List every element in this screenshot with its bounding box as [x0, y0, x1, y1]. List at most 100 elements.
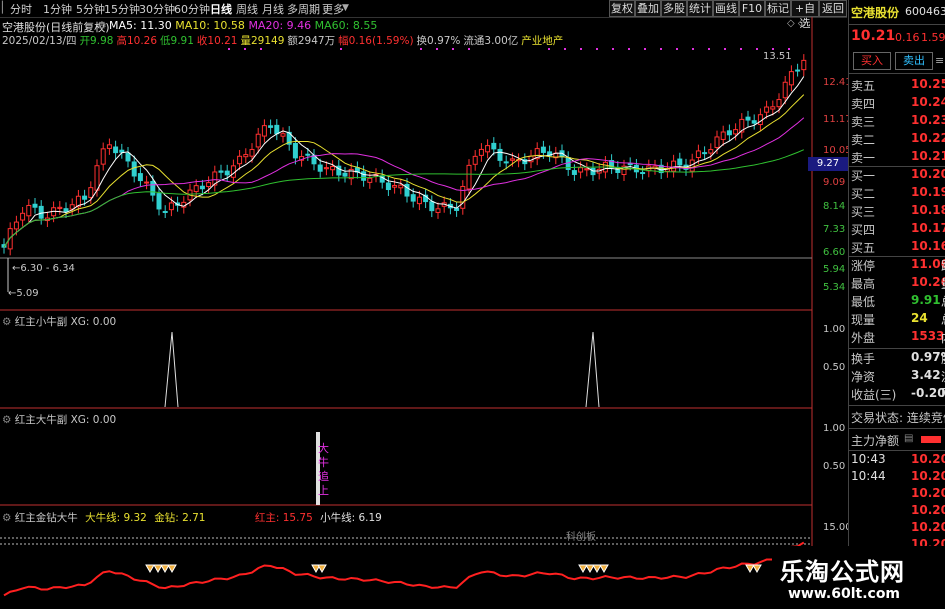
bid-level-row[interactable]: 买四 10.17 — [851, 221, 945, 239]
ask-level-row[interactable]: 卖五 10.25 — [851, 77, 945, 95]
watermark: 乐淘公式网 www.60lt.com — [772, 546, 945, 609]
indicator-gear-icon[interactable]: ⚙ — [2, 512, 15, 524]
candle-body — [193, 185, 199, 193]
candle-body — [491, 142, 497, 150]
indicator1-title-text: 红主小牛副 XG: 0.00 — [14, 316, 117, 328]
price-axis-label: 7.33 — [823, 224, 846, 235]
panel-options-icon[interactable]: ◇ ◇ — [787, 18, 806, 29]
bid-level-row[interactable]: 买五 10.16 — [851, 239, 945, 257]
tab-monthly[interactable]: 月线 — [262, 1, 284, 17]
back-button[interactable]: 返回 — [819, 0, 847, 17]
draw-line-button[interactable]: 画线 — [713, 0, 739, 17]
candle-body — [695, 150, 701, 159]
tab-30min[interactable]: 30分钟 — [139, 1, 175, 17]
tab-1min[interactable]: 1分钟 — [43, 1, 72, 17]
ohlc-field: 2025/02/13/四 — [2, 35, 77, 47]
candle-body — [702, 152, 708, 155]
quote-stat-row[interactable]: 最高 10.26量 — [851, 275, 945, 293]
quote-stat-label: 净资 — [851, 370, 876, 384]
stock-code: 600463 — [905, 5, 945, 18]
bid-level-row[interactable]: 买三 10.18 — [851, 203, 945, 221]
tab-multi-period[interactable]: 多周期 — [287, 1, 320, 17]
signal-dot — [724, 48, 726, 50]
quote-stat-value: 10.26 — [911, 275, 945, 289]
quote-stat-row[interactable]: 净资 3.42流 — [851, 368, 945, 386]
mark-button[interactable]: 标记 — [765, 0, 791, 17]
ask-level-row[interactable]: 卖四 10.24 — [851, 95, 945, 113]
tick-price: 10.20 — [911, 520, 945, 534]
fuquan-button[interactable]: 复权 — [609, 0, 635, 17]
quote-stat-row[interactable]: 外盘 15333内 — [851, 329, 945, 347]
ask-level-label: 卖二 — [851, 133, 876, 147]
quote-stat-row[interactable]: 最低 9.91总 — [851, 293, 945, 311]
candle-body — [82, 195, 88, 200]
candle-body — [745, 116, 751, 121]
ma5-line — [3, 76, 805, 248]
signal-dot — [228, 48, 230, 50]
candle-body — [540, 146, 546, 153]
gold-diamond-marker — [752, 564, 762, 574]
tab-daily[interactable]: 日线 — [210, 1, 232, 17]
stats-button[interactable]: 统计 — [687, 0, 713, 17]
multi-stock-button[interactable]: 多股 — [661, 0, 687, 17]
ask-level-row[interactable]: 卖一 10.21 — [851, 149, 945, 167]
candle-body — [330, 165, 336, 171]
more-dropdown-icon[interactable]: ▼ — [342, 3, 349, 13]
sell-button[interactable]: 卖出 — [895, 52, 933, 70]
net-amount-bar — [921, 436, 941, 443]
tick-price: 10.20 — [911, 469, 945, 483]
buy-button[interactable]: 买入 — [853, 52, 891, 70]
quote-stat-suffix: P — [941, 386, 945, 400]
quote-stat-label: 现量 — [851, 313, 876, 327]
price-change: 0.16 — [895, 31, 920, 44]
gold-diamond-marker — [599, 564, 609, 574]
candle-body — [113, 146, 119, 154]
quote-stat-row[interactable]: 涨停 11.06跌 — [851, 257, 945, 275]
candle-body — [94, 165, 100, 191]
tab-weekly[interactable]: 周线 — [236, 1, 258, 17]
candle-body — [764, 106, 770, 113]
signal-dot — [260, 48, 262, 50]
candle-body — [38, 205, 44, 219]
tab-fenshi[interactable]: 分时 — [10, 1, 32, 17]
quote-stat-row[interactable]: 换手 0.97%股 — [851, 350, 945, 368]
main-net-amount[interactable]: 主力净额 — [851, 432, 899, 449]
f10-button[interactable]: F10 — [739, 0, 765, 17]
small-bull-spike — [585, 331, 600, 408]
settings-gear-icon[interactable]: ⚙ — [97, 19, 107, 32]
list-icon[interactable]: ▤ — [904, 433, 913, 444]
indicator-gear-icon[interactable]: ⚙ — [2, 414, 15, 426]
candle-body — [497, 148, 503, 161]
candle-body — [268, 125, 274, 128]
bid-level-value: 10.16 — [911, 239, 945, 253]
candle-body — [7, 228, 13, 250]
ohlc-field: 量29149 — [240, 35, 285, 47]
gold-diamond-marker — [145, 564, 155, 574]
overlay-button[interactable]: 叠加 — [635, 0, 661, 17]
tab-15min[interactable]: 15分钟 — [104, 1, 140, 17]
quote-stat-row[interactable]: 现量 24 总 — [851, 311, 945, 329]
signal-dot — [740, 48, 742, 50]
ohlc-field: 幅0.16(1.59%) — [338, 35, 414, 47]
bid-level-row[interactable]: 买二 10.19 — [851, 185, 945, 203]
candle-body — [677, 158, 683, 166]
tab-60min[interactable]: 60分钟 — [174, 1, 210, 17]
add-watchlist-button[interactable]: +自选 — [791, 0, 819, 30]
ask-level-row[interactable]: 卖二 10.22 — [851, 131, 945, 149]
tab-more[interactable]: 更多 — [322, 1, 344, 17]
candle-body — [63, 208, 69, 213]
low-annotation-value: 5.09 — [16, 288, 39, 299]
candle-body — [571, 170, 577, 175]
gold-diamond-value: 金钻: 2.71 — [154, 512, 206, 524]
price-change-pct: 1.59 — [921, 31, 945, 44]
menu-icon[interactable]: ≡ — [935, 54, 944, 67]
ask-level-row[interactable]: 卖三 10.23 — [851, 113, 945, 131]
indicator-gear-icon[interactable]: ⚙ — [2, 316, 15, 328]
tab-5min[interactable]: 5分钟 — [76, 1, 105, 17]
quote-stat-label: 涨停 — [851, 259, 876, 273]
bid-level-row[interactable]: 买一 10.20 — [851, 167, 945, 185]
ask-level-label: 卖一 — [851, 151, 876, 165]
candle-body — [398, 184, 404, 189]
candle-body — [106, 144, 112, 149]
quote-stat-row[interactable]: 收益(三) -0.200P — [851, 386, 945, 404]
